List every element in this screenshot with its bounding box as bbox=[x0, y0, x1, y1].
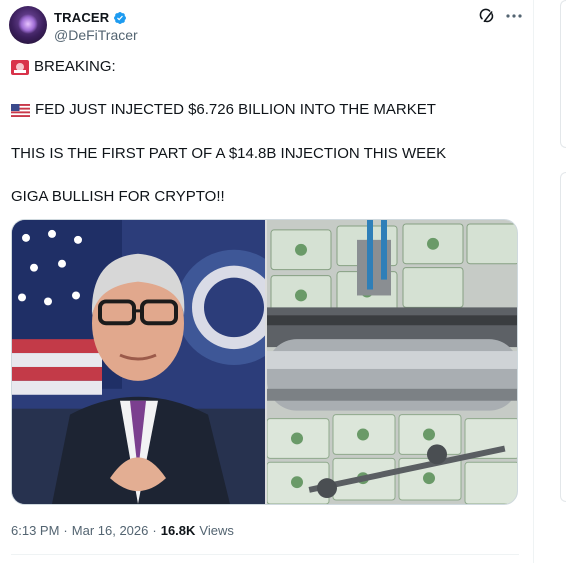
tweet-media[interactable] bbox=[11, 219, 518, 505]
divider bbox=[11, 554, 519, 555]
tweet-text-line1: BREAKING: bbox=[34, 58, 116, 75]
right-sidebar bbox=[535, 0, 566, 563]
tweet-time[interactable]: 6:13 PM bbox=[11, 523, 59, 538]
tweet-text-line4: GIGA BULLISH FOR CRYPTO!! bbox=[11, 188, 225, 205]
tweet-actions-top bbox=[479, 8, 523, 24]
tweet-text-line3: THIS IS THE FIRST PART OF A $14.8B INJEC… bbox=[11, 145, 447, 162]
media-photo-printing-press[interactable] bbox=[267, 220, 518, 504]
tweet-line-breaking: BREAKING: bbox=[11, 58, 116, 76]
verified-badge-icon bbox=[114, 11, 127, 24]
grok-icon[interactable] bbox=[479, 8, 495, 24]
us-flag-emoji bbox=[11, 103, 30, 117]
sidebar-card-top[interactable] bbox=[560, 0, 566, 148]
police-light-emoji bbox=[11, 59, 29, 75]
tweet-date[interactable]: Mar 16, 2026 bbox=[72, 523, 149, 538]
views-label: Views bbox=[199, 523, 234, 538]
tweet-card: TRACER @DeFiTracer BREAKING: FED JUST IN… bbox=[0, 0, 534, 563]
media-photo-speaker[interactable] bbox=[12, 220, 265, 504]
author-name[interactable]: TRACER bbox=[54, 10, 109, 25]
more-options-icon[interactable] bbox=[505, 8, 523, 24]
avatar-glow bbox=[18, 14, 38, 34]
author-name-row[interactable]: TRACER bbox=[54, 10, 127, 25]
views-count: 16.8K bbox=[160, 523, 196, 538]
avatar[interactable] bbox=[9, 6, 47, 44]
meta-separator: · bbox=[63, 523, 68, 538]
author-handle[interactable]: @DeFiTracer bbox=[54, 27, 138, 43]
sidebar-card-bottom[interactable] bbox=[560, 172, 566, 502]
tweet-line-fed: FED JUST INJECTED $6.726 BILLION INTO TH… bbox=[11, 101, 436, 119]
tweet-text-line2: FED JUST INJECTED $6.726 BILLION INTO TH… bbox=[35, 101, 436, 118]
meta-separator: · bbox=[152, 523, 157, 538]
tweet-meta: 6:13 PM · Mar 16, 2026 · 16.8K Views bbox=[11, 523, 234, 538]
